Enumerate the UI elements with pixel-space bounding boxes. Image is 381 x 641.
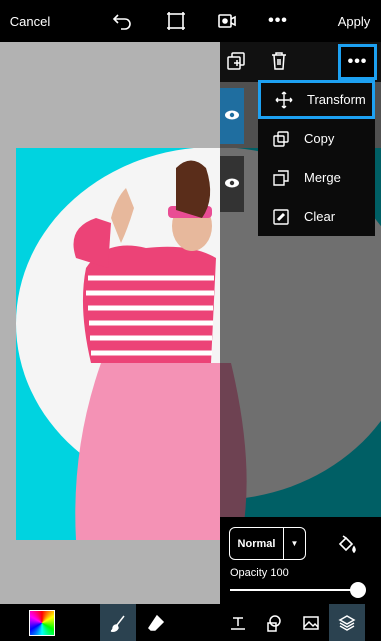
layer-item-top[interactable] [220,88,244,144]
menu-item-copy[interactable]: Copy [258,119,375,158]
layers-icon[interactable] [329,604,365,641]
eraser-clear-icon [258,207,304,227]
copy-icon [258,129,304,149]
bottom-toolbar [0,604,381,641]
visibility-eye-icon[interactable] [224,177,240,189]
layer-options-menu: Transform Copy Merge Clear [258,80,375,236]
opacity-slider-track[interactable] [230,589,358,591]
blend-mode-select[interactable]: Normal ▼ [229,527,306,560]
transform-arrows-icon [261,90,307,110]
layer-toolbar: ••• [220,42,381,82]
more-horizontal-icon[interactable]: ••• [264,0,292,42]
brush-icon[interactable] [100,604,136,641]
chevron-down-icon: ▼ [283,528,305,559]
opacity-label: Opacity 100 [230,567,289,579]
fill-bucket-icon[interactable] [336,533,358,560]
layer-item-second[interactable] [220,156,244,212]
video-record-icon[interactable] [213,0,241,42]
menu-item-label: Transform [307,92,366,107]
menu-item-merge[interactable]: Merge [258,158,375,197]
text-icon[interactable] [220,604,256,641]
apply-button[interactable]: Apply [333,0,375,42]
menu-item-label: Clear [304,209,336,224]
more-icon[interactable]: ••• [338,44,377,80]
visibility-eye-icon[interactable] [224,109,240,121]
shape-icon[interactable] [256,604,292,641]
top-toolbar: Cancel ••• Apply [0,0,381,42]
menu-item-label: Copy [304,131,335,146]
opacity-slider-knob[interactable] [350,582,366,598]
menu-item-label: Merge [304,170,341,185]
color-palette-icon [29,609,55,636]
blend-mode-value: Normal [237,537,276,550]
cancel-button[interactable]: Cancel [8,0,52,42]
menu-item-transform[interactable]: Transform [258,80,375,119]
layer-properties: Normal ▼ Opacity 100 [220,517,381,604]
menu-item-clear[interactable]: Clear [258,197,375,236]
duplicate-layer-icon[interactable] [225,50,247,77]
color-palette-button[interactable] [24,604,60,641]
image-icon[interactable] [293,604,329,641]
eraser-icon[interactable] [138,604,174,641]
delete-layer-icon[interactable] [268,50,290,77]
undo-icon[interactable] [108,0,136,42]
merge-icon [258,168,304,188]
crop-icon[interactable] [162,0,190,42]
